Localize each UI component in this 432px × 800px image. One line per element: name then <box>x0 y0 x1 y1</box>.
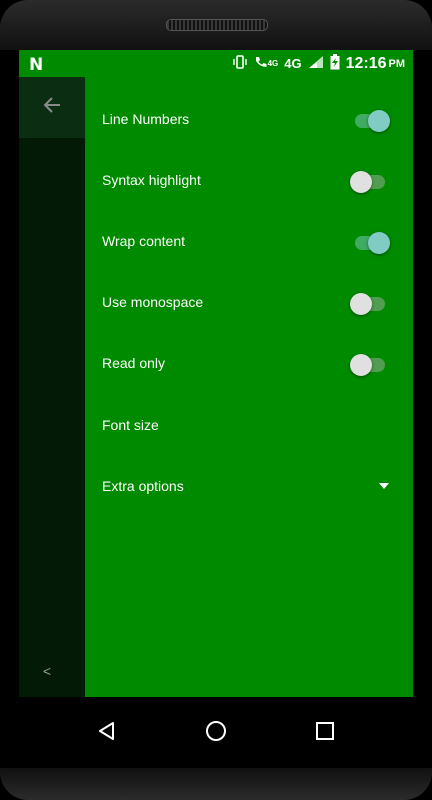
setting-label: Line Numbers <box>102 110 190 127</box>
vibrate-icon <box>232 55 248 72</box>
clock-time: 12:16 <box>345 54 387 72</box>
setting-syntax-highlight[interactable]: Syntax highlight <box>85 149 413 210</box>
phone-top-bezel <box>0 0 432 50</box>
use-monospace-switch[interactable] <box>350 292 385 315</box>
switch-thumb <box>368 231 390 254</box>
square-recents-icon <box>315 721 335 746</box>
triangle-back-icon <box>97 721 117 746</box>
drawer-collapse-button[interactable]: < <box>19 663 75 679</box>
notification-n-icon: N <box>29 55 44 75</box>
back-button[interactable] <box>19 77 85 138</box>
switch-thumb <box>350 292 372 315</box>
signal-icon <box>308 55 324 72</box>
arrow-back-icon <box>42 95 62 120</box>
setting-label: Syntax highlight <box>102 171 201 188</box>
circle-home-icon <box>205 720 227 747</box>
setting-extra-options[interactable]: Extra options <box>85 455 413 516</box>
setting-wrap-content[interactable]: Wrap content <box>85 210 413 271</box>
phone-bottom-bezel <box>0 768 432 800</box>
syntax-highlight-switch[interactable] <box>350 170 385 193</box>
phone-frame: N 4G 4G 12:16 PM < Line Numbers Syntax h… <box>0 0 432 800</box>
status-bar: N 4G 4G 12:16 PM <box>19 50 413 77</box>
dropdown-arrow-icon <box>379 482 389 489</box>
nav-back-button[interactable] <box>87 713 127 753</box>
nav-home-button[interactable] <box>196 713 236 753</box>
settings-list: Line Numbers Syntax highlight Wrap conte… <box>85 77 413 697</box>
setting-use-monospace[interactable]: Use monospace <box>85 271 413 332</box>
setting-read-only[interactable]: Read only <box>85 332 413 393</box>
setting-label: Use monospace <box>102 293 204 310</box>
switch-thumb <box>368 109 390 132</box>
clock-ampm: PM <box>388 57 406 70</box>
setting-line-numbers[interactable]: Line Numbers <box>85 88 413 149</box>
switch-thumb <box>350 353 372 376</box>
setting-label: Wrap content <box>102 232 186 249</box>
system-navigation-bar <box>0 697 432 768</box>
battery-charging-icon <box>330 54 340 73</box>
network-label: 4G <box>284 56 302 71</box>
speaker-grille <box>166 19 268 31</box>
call-network-label: 4G <box>267 59 279 68</box>
nav-recents-button[interactable] <box>305 713 345 753</box>
navigation-drawer: < <box>19 77 85 697</box>
setting-label: Read only <box>102 354 166 371</box>
switch-thumb <box>350 170 372 193</box>
setting-font-size[interactable]: Font size <box>85 394 413 455</box>
wrap-content-switch[interactable] <box>355 231 390 254</box>
line-numbers-switch[interactable] <box>355 109 390 132</box>
status-icons: 4G 4G 12:16 PM <box>232 54 405 73</box>
setting-label: Font size <box>102 416 159 433</box>
screen: N 4G 4G 12:16 PM < Line Numbers Syntax h… <box>19 50 413 697</box>
setting-label: Extra options <box>102 477 184 494</box>
call-icon <box>254 55 268 72</box>
read-only-switch[interactable] <box>350 353 385 376</box>
